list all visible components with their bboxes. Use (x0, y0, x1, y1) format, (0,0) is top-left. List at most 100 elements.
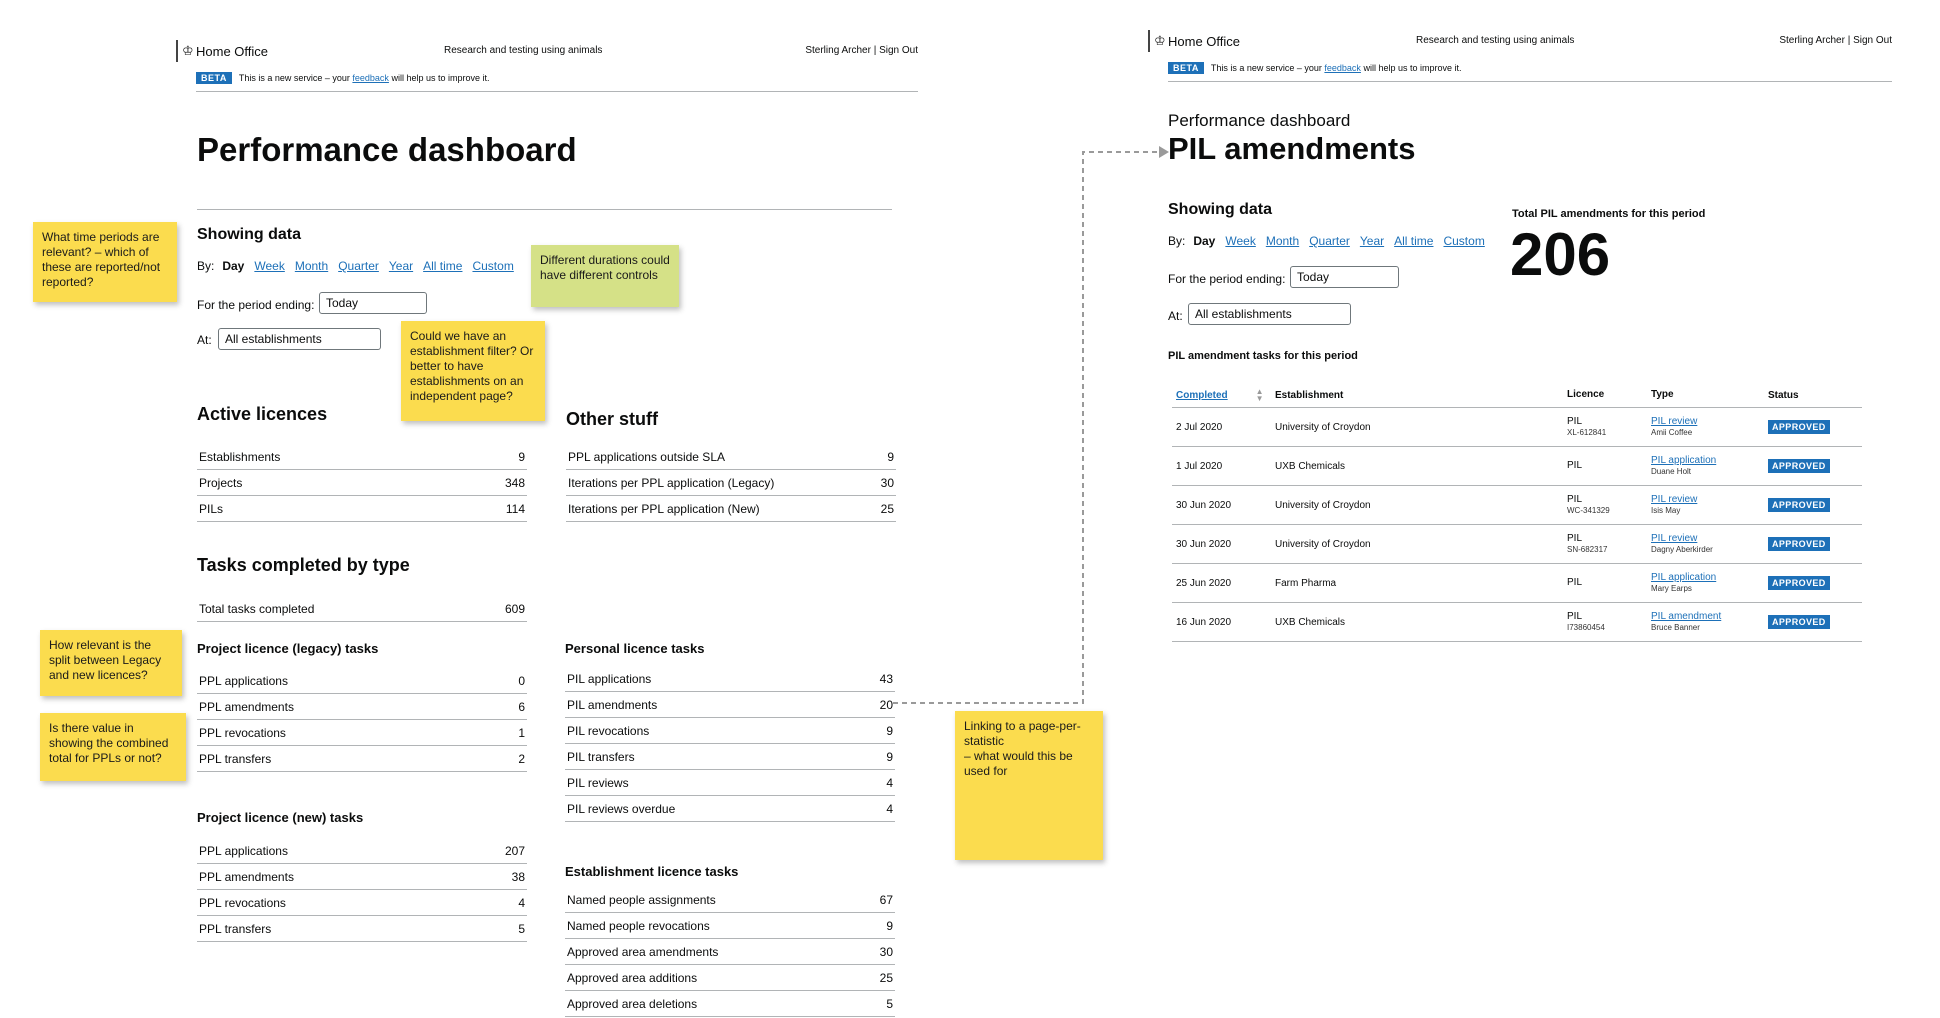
row-establishment: University of Croydon (1275, 538, 1371, 550)
establishment-select[interactable]: All establishments (1188, 303, 1351, 325)
beta-tag: BETA (196, 72, 232, 84)
sticky-note-legacy-split: How relevant is the split between Legacy… (40, 630, 182, 696)
service-name[interactable]: Research and testing using animals (444, 45, 602, 56)
brand-home-office[interactable]: Home Office (1168, 34, 1240, 49)
table-row[interactable]: PIL amendments 20 (565, 692, 895, 718)
period-year-link[interactable]: Year (389, 259, 413, 273)
table-row[interactable]: 16 Jun 2020 UXB Chemicals PIL I73860454 P… (1172, 603, 1862, 642)
row-type-link[interactable]: PIL review (1651, 533, 1768, 546)
row-person: Amii Coffee (1651, 428, 1693, 438)
col-licence: Licence (1567, 389, 1605, 401)
table-row[interactable]: Named people assignments 67 (565, 887, 895, 913)
beta-text-before: This is a new service – your (1210, 63, 1322, 73)
feedback-link[interactable]: feedback (1324, 63, 1361, 73)
table-row[interactable]: PIL transfers 9 (565, 744, 895, 770)
period-ending-input[interactable]: Today (1290, 266, 1399, 288)
row-licence: PIL (1567, 532, 1583, 544)
table-row[interactable]: Approved area additions 25 (565, 965, 895, 991)
table-row[interactable]: PPL amendments 6 (197, 694, 527, 720)
page-caption: Performance dashboard (1168, 111, 1351, 130)
table-row[interactable]: PPL amendments 38 (197, 864, 527, 890)
table-row[interactable]: PIL reviews 4 (565, 770, 895, 796)
project-legacy-heading: Project licence (legacy) tasks (197, 641, 379, 656)
service-name[interactable]: Research and testing using animals (1416, 35, 1574, 46)
row-type-link[interactable]: PIL application (1651, 455, 1768, 468)
row-person: Isis May (1651, 506, 1681, 516)
table-row[interactable]: 1 Jul 2020 UXB Chemicals PIL PIL applica… (1172, 447, 1862, 486)
sticky-note-durations: Different durations could have different… (531, 245, 679, 307)
period-quarter-link[interactable]: Quarter (1309, 234, 1350, 248)
user-signout[interactable]: Sterling Archer | Sign Out (1779, 35, 1892, 46)
table-row[interactable]: PIL reviews overdue 4 (565, 796, 895, 822)
table-row[interactable]: Iterations per PPL application (New) 25 (566, 496, 896, 522)
feedback-link[interactable]: feedback (352, 73, 389, 83)
table-row[interactable]: Total tasks completed 609 (197, 596, 527, 622)
establishment-select[interactable]: All establishments (218, 328, 381, 350)
left-page: ♔ Home Office Research and testing using… (176, 36, 918, 1017)
active-licences-heading: Active licences (197, 404, 328, 424)
period-custom-link[interactable]: Custom (472, 259, 513, 273)
col-status: Status (1768, 390, 1799, 401)
table-row[interactable]: 30 Jun 2020 University of Croydon PIL SN-… (1172, 525, 1862, 564)
period-week-link[interactable]: Week (254, 259, 284, 273)
table-row[interactable]: Named people revocations 9 (565, 913, 895, 939)
period-year-link[interactable]: Year (1360, 234, 1384, 248)
period-ending-input[interactable]: Today (319, 292, 427, 314)
table-row[interactable]: PIL revocations 9 (565, 718, 895, 744)
user-signout[interactable]: Sterling Archer | Sign Out (805, 45, 918, 56)
table-row[interactable]: PPL revocations 1 (197, 720, 527, 746)
table-row[interactable]: PPL applications 207 (197, 838, 527, 864)
row-type-link[interactable]: PIL application (1651, 572, 1768, 585)
header-divider (196, 91, 918, 92)
other-stuff-table: PPL applications outside SLA 9 Iterations… (566, 444, 896, 522)
period-alltime-link[interactable]: All time (1394, 234, 1433, 248)
table-row[interactable]: PILs 114 (197, 496, 527, 522)
period-quarter-link[interactable]: Quarter (338, 259, 379, 273)
row-licence-number: SN-682317 (1567, 545, 1608, 555)
table-row[interactable]: Projects 348 (197, 470, 527, 496)
table-row[interactable]: PPL applications 0 (197, 668, 527, 694)
table-row[interactable]: 2 Jul 2020 University of Croydon PIL XL-6… (1172, 408, 1862, 447)
status-badge: APPROVED (1768, 498, 1830, 512)
pil-amendments-table: Completed ▲ ▼ Establishment Licence Type S… (1172, 384, 1862, 642)
row-date: 2 Jul 2020 (1176, 421, 1223, 433)
sort-arrows-icon[interactable]: ▲ ▼ (1256, 388, 1264, 402)
brand-home-office[interactable]: Home Office (196, 44, 268, 59)
period-day-selected[interactable]: Day (1193, 234, 1215, 248)
total-value: 206 (1510, 221, 1611, 288)
row-establishment: Farm Pharma (1275, 577, 1337, 589)
table-row[interactable]: Approved area amendments 30 (565, 939, 895, 965)
row-person: Mary Earps (1651, 584, 1692, 594)
beta-banner: BETA This is a new service – your feedba… (196, 72, 490, 84)
period-alltime-link[interactable]: All time (423, 259, 462, 273)
period-day-selected[interactable]: Day (222, 259, 244, 273)
col-type: Type (1651, 389, 1674, 401)
table-row[interactable]: PPL revocations 4 (197, 890, 527, 916)
row-type-link[interactable]: PIL amendment (1651, 611, 1768, 624)
row-type-link[interactable]: PIL review (1651, 416, 1768, 429)
table-row[interactable]: PPL transfers 2 (197, 746, 527, 772)
row-date: 1 Jul 2020 (1176, 460, 1223, 472)
row-licence: PIL (1567, 493, 1583, 505)
table-row[interactable]: PIL applications 43 (565, 666, 895, 692)
table-row[interactable]: Establishments 9 (197, 444, 527, 470)
page-title: Performance dashboard (197, 131, 577, 168)
period-month-link[interactable]: Month (1266, 234, 1299, 248)
sort-completed-link[interactable]: Completed (1176, 390, 1228, 401)
tasks-by-type-heading: Tasks completed by type (197, 555, 410, 575)
table-row[interactable]: 30 Jun 2020 University of Croydon PIL WC-… (1172, 486, 1862, 525)
table-row[interactable]: 25 Jun 2020 Farm Pharma PIL PIL applicat… (1172, 564, 1862, 603)
project-new-table: PPL applications 207 PPL amendments 38 PPL… (197, 838, 527, 942)
row-type-link[interactable]: PIL review (1651, 494, 1768, 507)
row-licence: PIL (1567, 415, 1583, 427)
row-person: Bruce Banner (1651, 623, 1700, 633)
period-week-link[interactable]: Week (1225, 234, 1255, 248)
row-date: 30 Jun 2020 (1176, 538, 1232, 550)
period-custom-link[interactable]: Custom (1443, 234, 1484, 248)
table-row[interactable]: Iterations per PPL application (Legacy) 3… (566, 470, 896, 496)
row-licence: PIL (1567, 576, 1583, 588)
table-row[interactable]: PPL applications outside SLA 9 (566, 444, 896, 470)
period-month-link[interactable]: Month (295, 259, 328, 273)
table-row[interactable]: Approved area deletions 5 (565, 991, 895, 1017)
table-row[interactable]: PPL transfers 5 (197, 916, 527, 942)
